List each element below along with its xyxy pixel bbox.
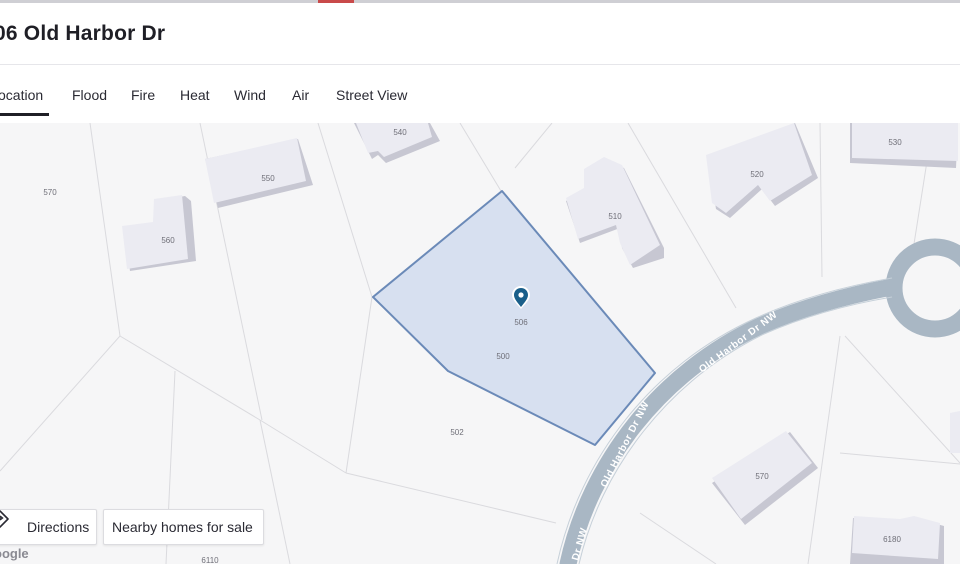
street-label-top: Old Harbor Dr NW [697, 309, 780, 375]
lot-500-label: 500 [496, 352, 510, 361]
lot-570a-label: 570 [43, 188, 57, 197]
building-560 [122, 195, 196, 271]
tab-location[interactable]: ocation [0, 87, 50, 116]
lot-6110-label: 6110 [201, 556, 219, 564]
lot-506-label: 506 [514, 318, 528, 327]
building-edge [950, 411, 960, 453]
lot-570b-label: 570 [755, 472, 769, 481]
lot-502-label: 502 [450, 428, 464, 437]
directions-button[interactable]: Directions [0, 509, 97, 545]
map-attribution: oogle [0, 546, 29, 561]
lot-6180-label: 6180 [883, 535, 901, 544]
tab-flood[interactable]: Flood [72, 87, 107, 103]
tab-bar: ocation Flood Fire Heat Wind Air Street … [0, 64, 960, 122]
building-550 [205, 138, 313, 208]
map-view[interactable]: 570 560 550 540 510 520 530 506 500 502 … [0, 123, 960, 564]
lot-540-label: 540 [393, 128, 407, 137]
tab-heat[interactable]: Heat [180, 87, 210, 103]
tab-fire[interactable]: Fire [131, 87, 155, 103]
lot-520-label: 520 [750, 170, 764, 179]
nearby-homes-button[interactable]: Nearby homes for sale [103, 509, 264, 545]
header: 06 Old Harbor Dr [0, 3, 960, 65]
tab-street-view[interactable]: Street View [336, 87, 407, 103]
directions-button-label: Directions [27, 519, 90, 535]
tab-wind[interactable]: Wind [234, 87, 266, 103]
building-530 [850, 123, 958, 168]
lot-550-label: 550 [261, 174, 275, 183]
lot-560-label: 560 [161, 236, 175, 245]
lot-510-label: 510 [608, 212, 622, 221]
directions-diamond-icon [0, 510, 19, 536]
map-canvas[interactable]: 570 560 550 540 510 520 530 506 500 502 … [0, 123, 960, 564]
page-title: 06 Old Harbor Dr [0, 22, 166, 45]
tab-air[interactable]: Air [292, 87, 309, 103]
lot-530-label: 530 [888, 138, 902, 147]
